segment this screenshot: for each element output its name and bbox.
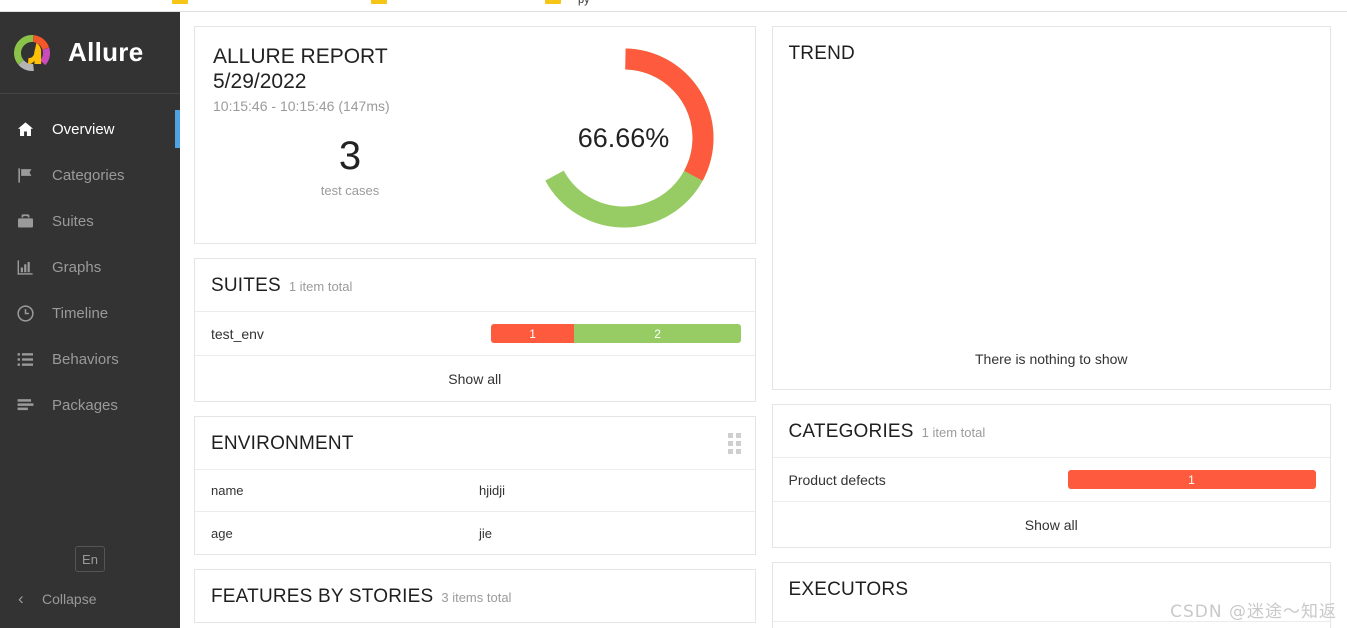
table-row[interactable]: test_env 1 2 (195, 312, 755, 356)
suites-subtitle: 1 item total (288, 279, 353, 294)
table-row: name hjidji (195, 470, 755, 512)
environment-card: ENVIRONMENT name hjidji age jie (194, 416, 756, 555)
environment-key: name (211, 483, 244, 498)
features-by-stories-title: FEATURES BY STORIES (211, 586, 434, 607)
suites-header: SUITES 1 item total (195, 259, 755, 312)
home-icon (16, 120, 42, 139)
left-column: ALLURE REPORT 5/29/2022 10:15:46 - 10:15… (194, 26, 756, 628)
suite-status-bar: 1 2 (491, 324, 741, 343)
sidebar-item-overview[interactable]: Overview (0, 106, 180, 152)
test-case-count: 3 (338, 133, 362, 178)
sidebar: Allure Overview Categories Suites Graphs… (0, 12, 180, 628)
environment-key: age (211, 525, 233, 541)
environment-header: ENVIRONMENT (195, 417, 755, 470)
suites-title: SUITES (211, 275, 281, 296)
bar-chart-icon (16, 258, 42, 277)
flag-icon (16, 166, 42, 185)
trend-empty-message: There is nothing to show (974, 351, 1128, 367)
brand-name: Allure (68, 37, 144, 67)
summary-text: ALLURE REPORT 5/29/2022 10:15:46 - 10:15… (195, 27, 495, 243)
summary-card: ALLURE REPORT 5/29/2022 10:15:46 - 10:15… (194, 26, 756, 244)
sidebar-item-label: Suites (52, 212, 94, 230)
environment-value: hjidji (479, 483, 506, 498)
allure-report-page: py Allure Overview Categories Suites Gra… (0, 0, 1347, 628)
collapse-button[interactable]: ‹ Collapse (0, 586, 180, 612)
sidebar-nav: Overview Categories Suites Graphs Timeli… (0, 94, 180, 428)
chevron-left-icon: ‹ (18, 589, 24, 608)
categories-show-all-button[interactable]: Show all (773, 502, 1331, 547)
bookmark-icon[interactable] (371, 0, 387, 4)
briefcase-icon (16, 212, 42, 231)
trend-title: TREND (788, 43, 855, 64)
sidebar-item-behaviors[interactable]: Behaviors (0, 336, 180, 382)
table-row[interactable]: Product defects 1 (772, 458, 1330, 502)
categories-title: CATEGORIES (788, 421, 914, 442)
sidebar-item-label: Categories (52, 166, 125, 184)
trend-card: TREND There is nothing to show (771, 26, 1331, 390)
sidebar-item-label: Graphs (52, 258, 102, 276)
trend-header: TREND (773, 27, 1331, 79)
failed-segment: 1 (491, 324, 575, 343)
packages-icon (16, 396, 42, 415)
executors-header: EXECUTORS (772, 563, 1330, 622)
pass-rate-donut-chart[interactable]: 66.66% (529, 43, 719, 233)
collapse-label: Collapse (42, 591, 97, 607)
test-case-counter: 3 test cases (205, 136, 495, 198)
categories-subtitle: 1 item total (921, 425, 986, 440)
browser-bookmarks-strip: py (0, 0, 1347, 11)
report-date: 5/29/2022 (213, 69, 307, 93)
passed-segment: 2 (574, 324, 741, 343)
sidebar-item-label: Overview (52, 120, 115, 138)
suites-card: SUITES 1 item total test_env 1 2 Show al… (194, 258, 756, 402)
features-by-stories-subtitle: 3 items total (441, 590, 512, 605)
categories-header: CATEGORIES 1 item total (772, 405, 1330, 458)
language-button[interactable]: En (75, 546, 105, 572)
pass-rate-label: 66.66% (577, 122, 670, 153)
bookmark-icon[interactable] (545, 0, 561, 4)
category-status-bar: 1 (1067, 470, 1316, 489)
executors-card: EXECUTORS (771, 562, 1331, 628)
environment-value: jie (479, 525, 493, 541)
brand-header[interactable]: Allure (0, 12, 180, 94)
failed-segment: 1 (1067, 470, 1316, 489)
categories-card: CATEGORIES 1 item total Product defects … (771, 404, 1331, 548)
suite-name: test_env (211, 325, 264, 342)
sidebar-item-suites[interactable]: Suites (0, 198, 180, 244)
sidebar-footer: En ‹ Collapse (0, 546, 180, 612)
report-time-range: 10:15:46 - 10:15:46 (147ms) (213, 97, 390, 114)
executors-title: EXECUTORS (788, 579, 909, 600)
bookmark-icon[interactable] (172, 0, 188, 4)
sidebar-item-label: Timeline (52, 304, 109, 322)
category-name: Product defects (788, 471, 886, 488)
environment-title: ENVIRONMENT (211, 433, 354, 454)
bookmark-label: py (578, 0, 590, 6)
report-title: ALLURE REPORT (213, 45, 388, 68)
test-case-label: test cases (320, 182, 380, 198)
features-by-stories-card: FEATURES BY STORIES 3 items total (194, 569, 756, 623)
sidebar-item-graphs[interactable]: Graphs (0, 244, 180, 290)
clock-icon (16, 304, 42, 323)
sidebar-item-timeline[interactable]: Timeline (0, 290, 180, 336)
trend-body: There is nothing to show (773, 79, 1331, 389)
sidebar-item-packages[interactable]: Packages (0, 382, 180, 428)
list-icon (16, 350, 42, 369)
main-content: ALLURE REPORT 5/29/2022 10:15:46 - 10:15… (180, 12, 1347, 628)
suites-show-all-button[interactable]: Show all (195, 356, 755, 401)
drag-handle-icon[interactable] (727, 433, 741, 454)
features-by-stories-header: FEATURES BY STORIES 3 items total (195, 570, 755, 622)
allure-logo-icon (12, 33, 52, 73)
sidebar-item-label: Packages (52, 396, 118, 414)
sidebar-item-label: Behaviors (52, 350, 119, 368)
sidebar-item-categories[interactable]: Categories (0, 152, 180, 198)
right-column: TREND There is nothing to show CATEGORIE… (771, 26, 1331, 628)
executors-body (773, 622, 1331, 628)
table-row: age jie (195, 512, 755, 554)
